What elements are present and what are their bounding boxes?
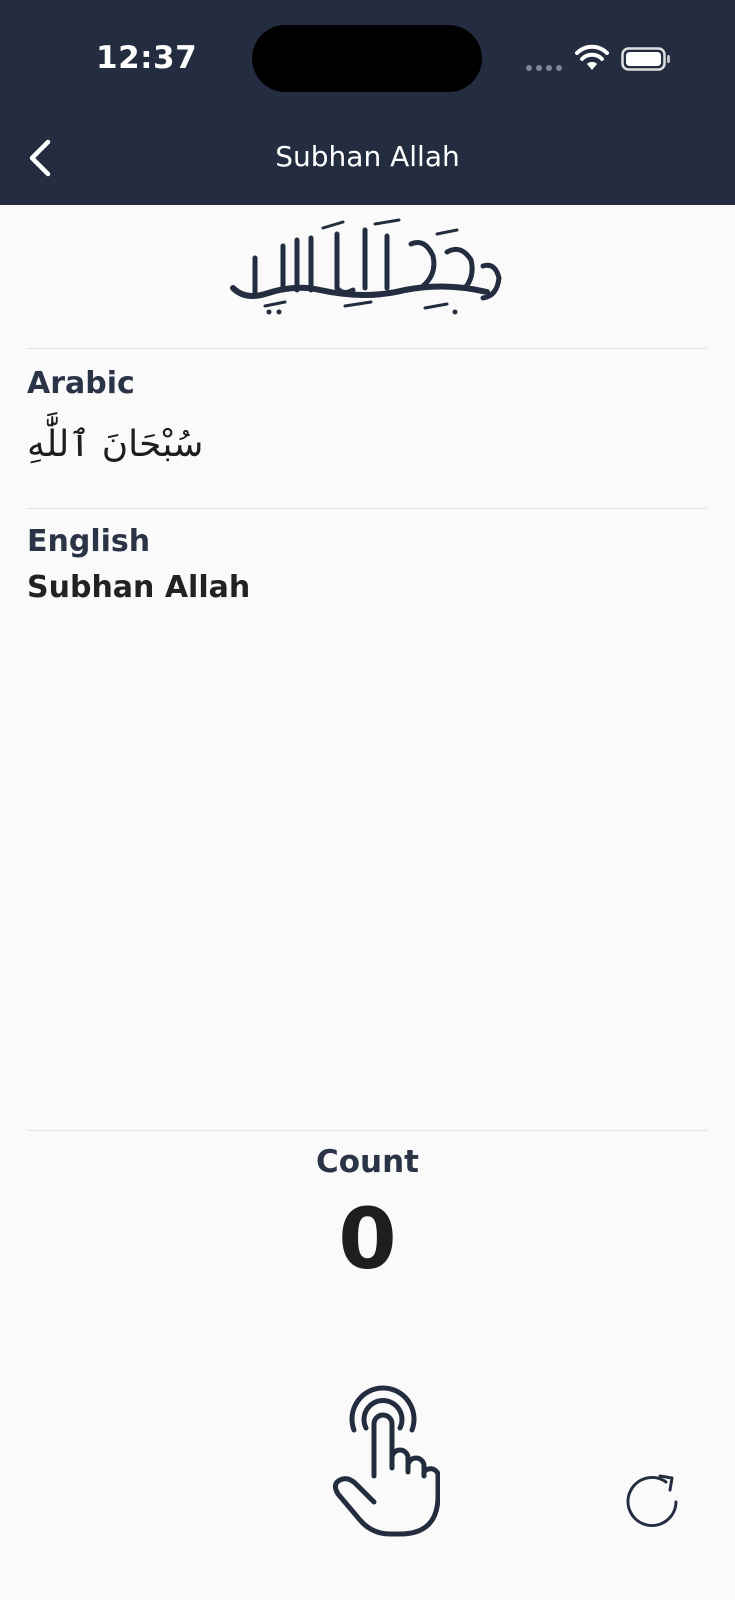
divider [27, 508, 708, 509]
count-label: Count [315, 1144, 419, 1180]
divider [27, 348, 708, 349]
top-bar: 12:37 Subhan Allah [0, 0, 735, 205]
wifi-icon [575, 44, 609, 70]
tap-hand-icon [332, 1385, 441, 1537]
dynamic-island [252, 25, 482, 92]
arabic-text: سُبْحَانَ ٱللَّٰهِ [27, 424, 204, 465]
battery-icon [621, 47, 670, 71]
reset-icon [626, 1474, 678, 1527]
english-label: English [27, 524, 151, 559]
divider [27, 1130, 708, 1131]
page-title: Subhan Allah [275, 140, 460, 173]
bismillah-calligraphy-icon [230, 218, 502, 315]
signal-icon [526, 65, 562, 71]
english-text: Subhan Allah [27, 570, 251, 605]
status-time: 12:37 [96, 40, 198, 76]
count-value: 0 [338, 1190, 397, 1288]
tap-button[interactable] [330, 1384, 441, 1539]
arabic-label: Arabic [27, 366, 135, 401]
reset-button[interactable] [626, 1472, 686, 1532]
